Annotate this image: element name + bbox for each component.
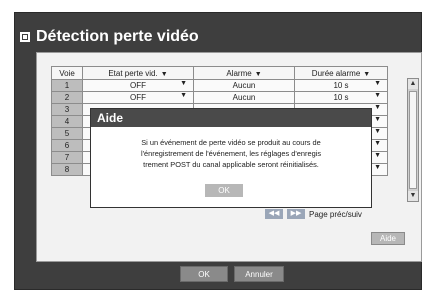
triangle-down-icon: ▼ [374,152,381,159]
help-dialog: Aide Si un événement de perte vidéo se p… [90,108,372,208]
triangle-down-icon: ▼ [180,92,187,99]
voie-cell: 8 [51,163,83,176]
double-left-icon[interactable]: ◀◀ [265,209,283,219]
pager: ◀◀ ▶▶ Page préc/suiv [265,209,362,219]
duree-select[interactable]: 10 s ▼ [294,91,388,104]
header-voie: Voie [51,66,83,80]
alarme-select[interactable]: Aucun [193,79,295,92]
triangle-down-icon: ▼ [374,140,381,147]
triangle-down-icon: ▼ [374,92,381,99]
triangle-down-icon: ▼ [374,164,381,171]
pager-label: Page préc/suiv [309,209,362,219]
page-title: Détection perte vidéo [36,28,199,45]
title-bar: Détection perte vidéo [20,24,199,50]
duree-select[interactable]: 10 s ▼ [294,79,388,92]
table-row: 1 OFF ▼ Aucun 10 s ▼ [51,79,388,92]
triangle-down-icon: ▼ [374,104,381,111]
voie-cell: 2 [51,91,83,104]
chevron-down-icon: ▼ [363,70,371,78]
triangle-down-icon: ▼ [374,116,381,123]
voie-cell: 3 [51,103,83,116]
etat-select[interactable]: OFF ▼ [82,79,194,92]
voie-cell: 1 [51,79,83,92]
voie-cell: 5 [51,127,83,140]
chevron-down-icon: ▼ [160,70,168,78]
table-scrollbar[interactable]: ▲ ▼ [407,78,419,202]
table-row: 2 OFF ▼ Aucun 10 s ▼ [51,91,388,104]
etat-select[interactable]: OFF ▼ [82,91,194,104]
triangle-down-icon: ▼ [374,128,381,135]
chevron-down-icon: ▼ [254,70,262,78]
triangle-down-icon: ▼ [374,80,381,87]
square-icon [20,32,30,42]
cancel-button[interactable]: Annuler [234,266,284,282]
aide-button[interactable]: Aide [371,232,405,245]
header-alarme[interactable]: Alarme ▼ [193,66,295,80]
voie-cell: 6 [51,139,83,152]
help-dialog-message: Si un événement de perte vidéo se produi… [140,138,322,169]
scroll-thumb[interactable] [409,91,417,189]
header-etat[interactable]: Etat perte vid. ▼ [82,66,194,80]
triangle-down-icon: ▼ [180,80,187,87]
table-header-row: Voie Etat perte vid. ▼ Alarme ▼ Durée alar… [51,66,388,80]
help-ok-button[interactable]: OK [205,184,243,197]
scroll-up-icon[interactable]: ▲ [408,79,418,89]
header-duree[interactable]: Durée alarme ▼ [294,66,388,80]
scroll-down-icon[interactable]: ▼ [408,191,418,201]
alarme-select[interactable]: Aucun [193,91,295,104]
voie-cell: 7 [51,151,83,164]
voie-cell: 4 [51,115,83,128]
double-right-icon[interactable]: ▶▶ [287,209,305,219]
help-dialog-title: Aide [91,109,371,127]
ok-button[interactable]: OK [180,266,228,282]
